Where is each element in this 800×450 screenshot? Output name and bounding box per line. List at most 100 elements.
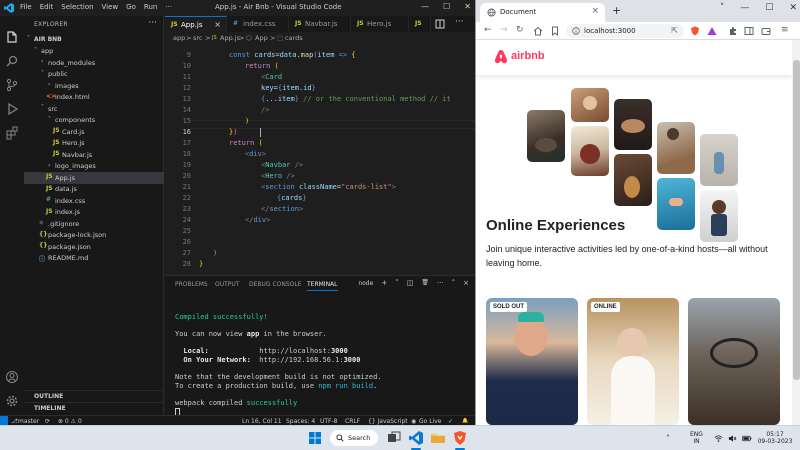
close-panel-icon[interactable]: × (463, 279, 469, 287)
split-terminal-icon[interactable]: ◫ (407, 279, 414, 287)
airbnb-wordmark[interactable]: airbnb (511, 50, 545, 62)
experience-card[interactable]: SOLD OUT (486, 298, 578, 425)
tree-item[interactable]: ⓘ README.md (24, 253, 164, 265)
tab-navbar-js[interactable]: JS Navbar.js (289, 16, 351, 32)
code-editor[interactable]: 9 10 11 12 13 14 15 16 17 18 19 20 21 22 23 24 25 26 27 28 … (165, 45, 475, 275)
minimize-icon[interactable]: — (421, 2, 429, 11)
git-branch[interactable]: master (18, 418, 39, 425)
outline-section[interactable]: OUTLINE (24, 390, 164, 401)
info-icon[interactable] (572, 27, 580, 35)
more-actions-icon[interactable]: ··· (455, 17, 464, 27)
line-ending[interactable]: CRLF (345, 418, 360, 425)
tree-item[interactable]: JS data.js (24, 184, 164, 196)
close-icon[interactable]: ✕ (789, 3, 797, 13)
tab-problems[interactable]: PROBLEMS (175, 281, 208, 288)
tree-item[interactable]: ˅ public (24, 69, 164, 81)
vscode-taskbar-icon[interactable] (408, 430, 424, 446)
taskbar-search[interactable]: Search (330, 430, 378, 446)
forward-arrow-icon[interactable]: → (500, 25, 508, 35)
explorer-files-icon[interactable] (5, 30, 19, 44)
back-arrow-icon[interactable]: ← (484, 25, 492, 35)
tree-item[interactable]: › images (24, 80, 164, 92)
notifications-bell-icon[interactable]: 🔔 (462, 418, 468, 424)
menu-file[interactable]: File (20, 3, 32, 11)
close-tab-icon[interactable]: × (214, 20, 221, 29)
menu-edit[interactable]: Edit (40, 3, 54, 11)
project-root[interactable]: ˅ AIR BNB (24, 34, 164, 46)
tree-item[interactable]: JS App.js (24, 172, 164, 184)
address-bar[interactable]: localhost:3000 ⇱ (566, 24, 684, 38)
tree-item[interactable]: JS Card.js (24, 126, 164, 138)
new-terminal-icon[interactable]: + (381, 279, 387, 287)
prettier-check-icon[interactable]: ✓ (448, 418, 453, 425)
tab-index-css[interactable]: # index.css (227, 16, 289, 32)
battery-icon[interactable] (742, 434, 752, 443)
tree-item[interactable]: ◆ .gitignore (24, 218, 164, 230)
page-scrollbar[interactable] (792, 40, 800, 425)
browser-menu-icon[interactable]: ≡ (781, 25, 789, 35)
experience-card[interactable]: ONLINE (587, 298, 679, 425)
maximize-panel-icon[interactable]: ˄ (452, 279, 456, 287)
timeline-section[interactable]: TIMELINE (24, 402, 164, 413)
account-icon[interactable] (5, 370, 19, 384)
run-debug-icon[interactable] (5, 102, 19, 116)
terminal-selector[interactable]: node (358, 280, 373, 287)
sync-icon[interactable]: ⟳ (45, 418, 50, 425)
tab-overflow[interactable]: JS (409, 16, 431, 32)
tree-item[interactable]: JS Navbar.js (24, 149, 164, 161)
problems-count[interactable]: ⊗ 0 ⚠ 0 (58, 418, 82, 425)
close-tab-icon[interactable]: × (591, 6, 599, 16)
tab-hero-js[interactable]: JS Hero.js (351, 16, 409, 32)
tree-item[interactable]: ˅ src (24, 103, 164, 115)
maximize-icon[interactable]: ☐ (765, 3, 773, 13)
tree-item[interactable]: ˅ components (24, 115, 164, 127)
experience-card[interactable] (688, 298, 780, 425)
chevron-up-icon[interactable]: ˄ (666, 434, 670, 443)
airbnb-logo-icon[interactable] (494, 49, 508, 65)
tree-item[interactable]: JS index.js (24, 207, 164, 219)
brave-shield-icon[interactable] (690, 26, 700, 36)
close-icon[interactable]: ✕ (464, 2, 471, 11)
language-mode[interactable]: {} JavaScript (368, 418, 408, 425)
extensions-icon[interactable] (5, 126, 19, 140)
menu-run[interactable]: Run (144, 3, 157, 11)
indentation[interactable]: Spaces: 4 (286, 418, 315, 425)
bookmark-icon[interactable] (550, 26, 560, 36)
source-control-icon[interactable] (5, 78, 19, 92)
chevron-down-icon[interactable]: ˅ (720, 3, 725, 13)
tab-app-js[interactable]: JS App.js × (165, 16, 227, 32)
brave-rewards-icon[interactable] (707, 26, 717, 36)
maximize-icon[interactable]: ☐ (443, 2, 450, 11)
clock[interactable]: 05:17 09-03-2023 (757, 431, 793, 445)
cursor-position[interactable]: Ln 16, Col 11 (242, 418, 282, 425)
home-icon[interactable] (533, 26, 543, 36)
tree-item[interactable]: # index.css (24, 195, 164, 207)
more-actions-icon[interactable]: ··· (437, 279, 444, 287)
tab-output[interactable]: OUTPUT (215, 281, 239, 288)
tree-item[interactable]: {} package-lock.json (24, 230, 164, 242)
tree-item[interactable]: JS Hero.js (24, 138, 164, 150)
browser-tab-document[interactable]: Document × (480, 3, 605, 22)
go-live-button[interactable]: Go Live (419, 418, 441, 425)
tree-item[interactable]: {} package.json (24, 241, 164, 253)
tree-item[interactable]: ˅ app (24, 46, 164, 58)
sidebar-toggle-icon[interactable] (744, 26, 754, 36)
scrollbar-thumb[interactable] (793, 60, 800, 380)
tree-item[interactable]: <> index.html (24, 92, 164, 104)
tree-item[interactable]: › logo_images (24, 161, 164, 173)
share-icon[interactable]: ⇱ (671, 26, 678, 35)
more-actions-icon[interactable]: ··· (148, 18, 157, 28)
tree-item[interactable]: › node_modules (24, 57, 164, 69)
new-tab-button[interactable]: + (612, 4, 621, 17)
chevron-down-icon[interactable]: ˅ (395, 279, 399, 287)
menu-more[interactable]: ··· (165, 3, 172, 11)
trash-icon[interactable]: 🗑 (421, 279, 429, 287)
search-icon[interactable] (5, 54, 19, 68)
tab-terminal[interactable]: TERMINAL (307, 281, 338, 291)
brave-taskbar-icon[interactable] (452, 430, 468, 446)
file-explorer-icon[interactable] (430, 430, 446, 446)
menu-view[interactable]: View (102, 3, 119, 11)
menu-go[interactable]: Go (126, 3, 136, 11)
tab-debug-console[interactable]: DEBUG CONSOLE (249, 281, 302, 288)
task-view-icon[interactable] (386, 430, 402, 446)
